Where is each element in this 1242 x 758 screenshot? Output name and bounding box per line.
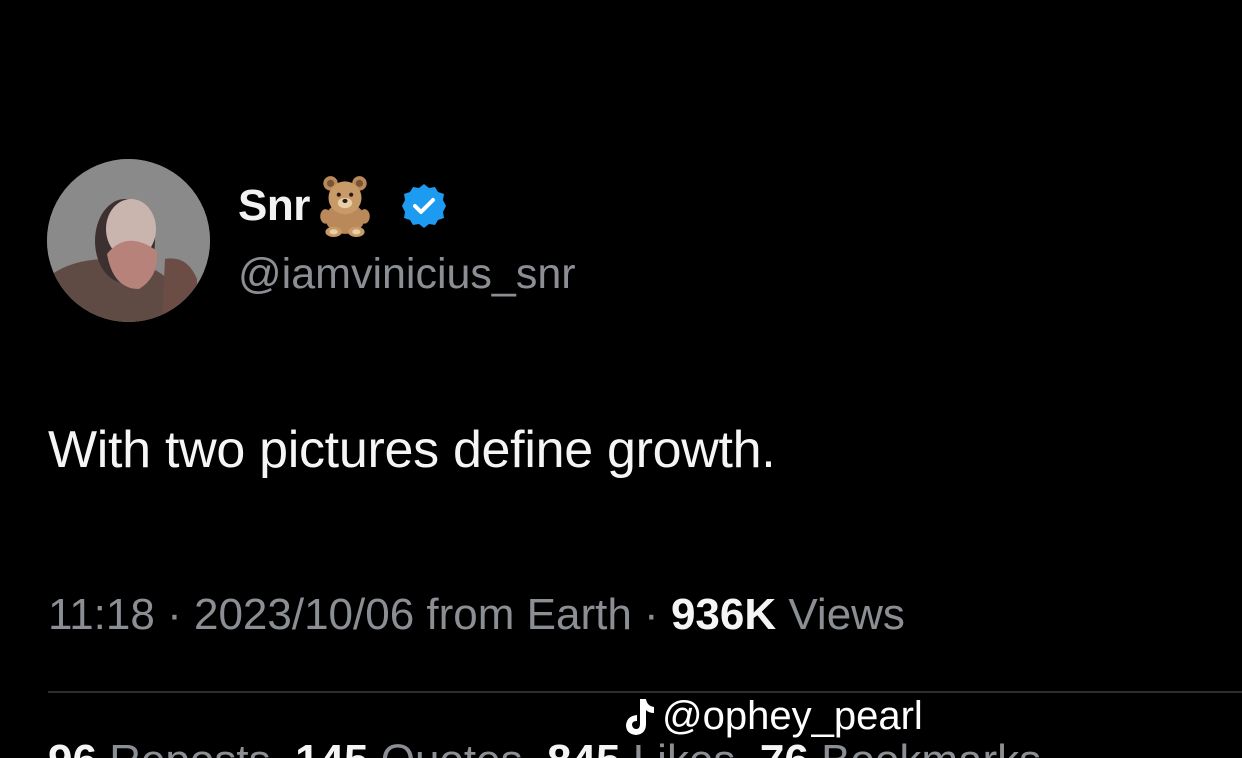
tweet-card: Snr @iamvinicius_snr With two pictures d…: [0, 0, 1242, 758]
author-name-row: Snr: [238, 176, 448, 237]
tweet-meta: 11:18 · 2023/10/06 from Earth · 936K Vie…: [48, 590, 905, 640]
teddy-bear-icon: [320, 176, 370, 237]
author-handle[interactable]: @iamvinicius_snr: [238, 250, 576, 299]
tweet-text: With two pictures define growth.: [48, 421, 776, 479]
bookmarks-count[interactable]: 76: [760, 736, 809, 758]
watermark: @ophey_pearl: [622, 694, 923, 739]
meta-separator: ·: [167, 590, 182, 639]
quotes-count[interactable]: 145: [295, 736, 368, 758]
views-label: Views: [788, 590, 905, 639]
meta-separator: ·: [644, 590, 659, 639]
tweet-stats: 96 Reposts 145 Quotes 845 Likes 76 Bookm…: [48, 736, 1041, 758]
divider: [48, 691, 1242, 693]
tiktok-icon: [626, 698, 654, 735]
likes-label[interactable]: Likes: [633, 736, 736, 758]
avatar[interactable]: [47, 159, 210, 322]
watermark-text: @ophey_pearl: [662, 694, 923, 738]
likes-count[interactable]: 845: [547, 736, 620, 758]
reposts-count[interactable]: 96: [48, 736, 97, 758]
avatar-image: [47, 159, 210, 322]
tweet-source: from Earth: [426, 590, 632, 639]
tweet-time[interactable]: 11:18: [48, 590, 155, 639]
reposts-label[interactable]: Reposts: [109, 736, 270, 758]
verified-badge-icon: [401, 184, 446, 228]
tweet-date[interactable]: 2023/10/06: [194, 590, 414, 639]
quotes-label[interactable]: Quotes: [381, 736, 523, 758]
bookmarks-label[interactable]: Bookmarks: [821, 736, 1041, 758]
author-display-name[interactable]: Snr: [238, 181, 310, 231]
views-count: 936K: [670, 590, 777, 639]
